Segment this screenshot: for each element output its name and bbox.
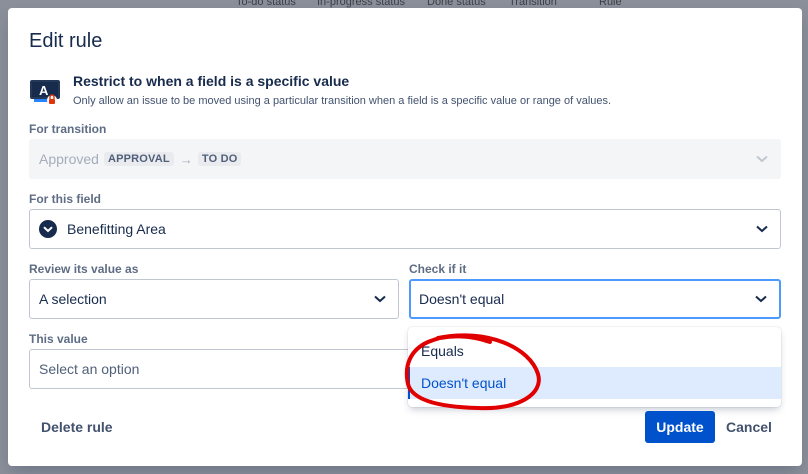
chevron-down-icon bbox=[755, 295, 767, 303]
this-value-select[interactable]: Select an option bbox=[29, 349, 429, 389]
check-select[interactable]: Doesn't equal bbox=[409, 279, 781, 319]
update-button[interactable]: Update bbox=[645, 411, 715, 443]
this-value-placeholder: Select an option bbox=[39, 361, 140, 377]
bg-header-transition: Transition bbox=[509, 0, 557, 8]
chevron-down-icon bbox=[756, 155, 768, 163]
transition-name: Approved bbox=[39, 151, 99, 167]
bg-header-done: Done status bbox=[427, 0, 486, 8]
field-label: For this field bbox=[29, 192, 101, 206]
chevron-circle-icon bbox=[39, 220, 57, 238]
svg-text:A: A bbox=[39, 83, 49, 98]
bg-header-inprogress: In-progress status bbox=[317, 0, 406, 8]
review-select[interactable]: A selection bbox=[29, 279, 399, 319]
bg-header-todo: To-do status bbox=[236, 0, 296, 8]
check-value: Doesn't equal bbox=[419, 291, 505, 307]
field-value: Benefitting Area bbox=[67, 221, 166, 237]
edit-rule-dialog: Edit rule A Restrict to when a field is … bbox=[8, 8, 802, 466]
review-value: A selection bbox=[39, 291, 107, 307]
option-equals[interactable]: Equals bbox=[408, 335, 781, 367]
check-label: Check if it bbox=[409, 262, 467, 276]
rule-description: Only allow an issue to be moved using a … bbox=[73, 95, 612, 107]
transition-arrow-icon: → bbox=[179, 151, 193, 167]
check-dropdown-menu: Equals Doesn't equal bbox=[408, 327, 781, 407]
cancel-button[interactable]: Cancel bbox=[720, 411, 776, 443]
dialog-title: Edit rule bbox=[29, 30, 103, 52]
chevron-down-icon bbox=[374, 295, 386, 303]
option-doesnt-equal[interactable]: Doesn't equal bbox=[408, 367, 781, 399]
transition-select: Approved APPROVAL → TO DO bbox=[29, 139, 781, 179]
this-value-label: This value bbox=[29, 332, 88, 346]
bg-header-rule: Rule bbox=[599, 0, 622, 8]
field-value-restriction-icon: A bbox=[30, 80, 60, 105]
from-status-lozenge: APPROVAL bbox=[103, 152, 174, 166]
rule-title: Restrict to when a field is a specific v… bbox=[73, 73, 350, 89]
review-label: Review its value as bbox=[29, 262, 139, 276]
transition-label: For transition bbox=[29, 122, 107, 136]
field-select[interactable]: Benefitting Area bbox=[29, 209, 781, 249]
delete-rule-button[interactable]: Delete rule bbox=[41, 419, 113, 435]
chevron-down-icon bbox=[756, 225, 768, 233]
to-status-lozenge: TO DO bbox=[197, 152, 242, 166]
